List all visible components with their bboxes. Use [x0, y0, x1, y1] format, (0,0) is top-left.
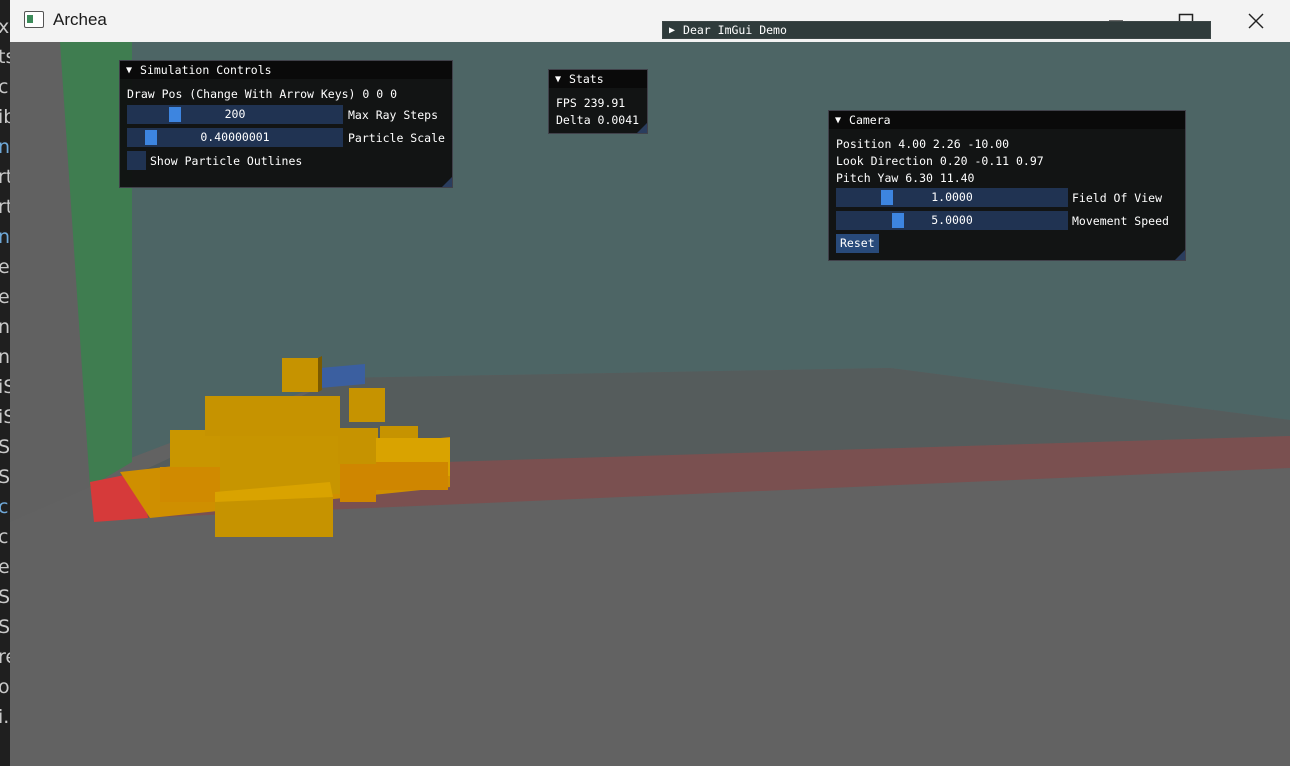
close-icon: [1248, 13, 1264, 29]
max-ray-steps-value: 200: [224, 107, 246, 121]
resize-grip[interactable]: [637, 123, 647, 133]
camera-title: Camera: [849, 113, 891, 127]
draw-pos-text: Draw Pos (Change With Arrow Keys) 0 0 0: [127, 87, 398, 101]
particle-scale-value: 0.40000001: [200, 130, 270, 144]
simulation-controls-title-bar[interactable]: ▼ Simulation Controls: [120, 61, 452, 79]
simulation-controls-title: Simulation Controls: [140, 63, 272, 77]
background-text-fragment: o: [0, 676, 10, 698]
stats-panel[interactable]: ▼ Stats FPS 239.91 Delta 0.0041: [548, 69, 648, 134]
close-button[interactable]: [1221, 0, 1290, 42]
background-text-fragment: S: [0, 436, 11, 458]
max-ray-steps-slider[interactable]: 200: [127, 105, 343, 124]
resize-grip[interactable]: [1175, 250, 1185, 260]
camera-position-text: Position 4.00 2.26 -10.00: [836, 137, 1010, 151]
fps-text: FPS 239.91: [556, 96, 626, 110]
field-of-view-label: Field Of View: [1072, 191, 1163, 205]
dear-imgui-demo-title: Dear ImGui Demo: [683, 23, 787, 37]
simulation-controls-panel[interactable]: ▼ Simulation Controls Draw Pos (Change Wi…: [119, 60, 453, 188]
dear-imgui-demo-panel[interactable]: ▶ Dear ImGui Demo: [662, 21, 1211, 39]
field-of-view-value: 1.0000: [931, 190, 973, 204]
camera-title-bar[interactable]: ▼ Camera: [829, 111, 1185, 129]
collapse-arrow-icon[interactable]: ▼: [555, 74, 561, 85]
stats-title-bar[interactable]: ▼ Stats: [549, 70, 647, 88]
delta-text: Delta 0.0041: [556, 113, 640, 127]
stats-title: Stats: [569, 72, 604, 86]
background-text-fragment: S: [0, 466, 11, 488]
camera-look-direction-text: Look Direction 0.20 -0.11 0.97: [836, 154, 1044, 168]
movement-speed-label: Movement Speed: [1072, 214, 1169, 228]
expand-arrow-icon[interactable]: ▶: [669, 25, 675, 36]
background-text-fragment: i.: [0, 706, 10, 728]
show-particle-outlines-checkbox[interactable]: [127, 151, 146, 170]
background-text-fragment: n: [0, 136, 11, 158]
show-particle-outlines-label[interactable]: Show Particle Outlines: [150, 154, 302, 168]
particle-scale-slider[interactable]: 0.40000001: [127, 128, 343, 147]
collapse-arrow-icon[interactable]: ▼: [126, 65, 132, 76]
field-of-view-slider[interactable]: 1.0000: [836, 188, 1068, 207]
camera-panel[interactable]: ▼ Camera Position 4.00 2.26 -10.00 Look D…: [828, 110, 1186, 261]
app-window: Archea ▼ Simulation Controls Draw Pos (C…: [10, 0, 1290, 766]
background-text-fragment: n: [0, 226, 11, 248]
particle-scale-label: Particle Scale: [348, 131, 445, 145]
window-title: Archea: [53, 10, 107, 29]
max-ray-steps-label: Max Ray Steps: [348, 108, 439, 122]
reset-button[interactable]: Reset: [836, 234, 879, 253]
movement-speed-value: 5.0000: [931, 213, 973, 227]
app-icon: [24, 11, 44, 28]
camera-pitch-yaw-text: Pitch Yaw 6.30 11.40: [836, 171, 975, 185]
movement-speed-slider[interactable]: 5.0000: [836, 211, 1068, 230]
resize-grip[interactable]: [442, 177, 452, 187]
collapse-arrow-icon[interactable]: ▼: [835, 115, 841, 126]
background-text-fragment: x: [0, 16, 10, 38]
